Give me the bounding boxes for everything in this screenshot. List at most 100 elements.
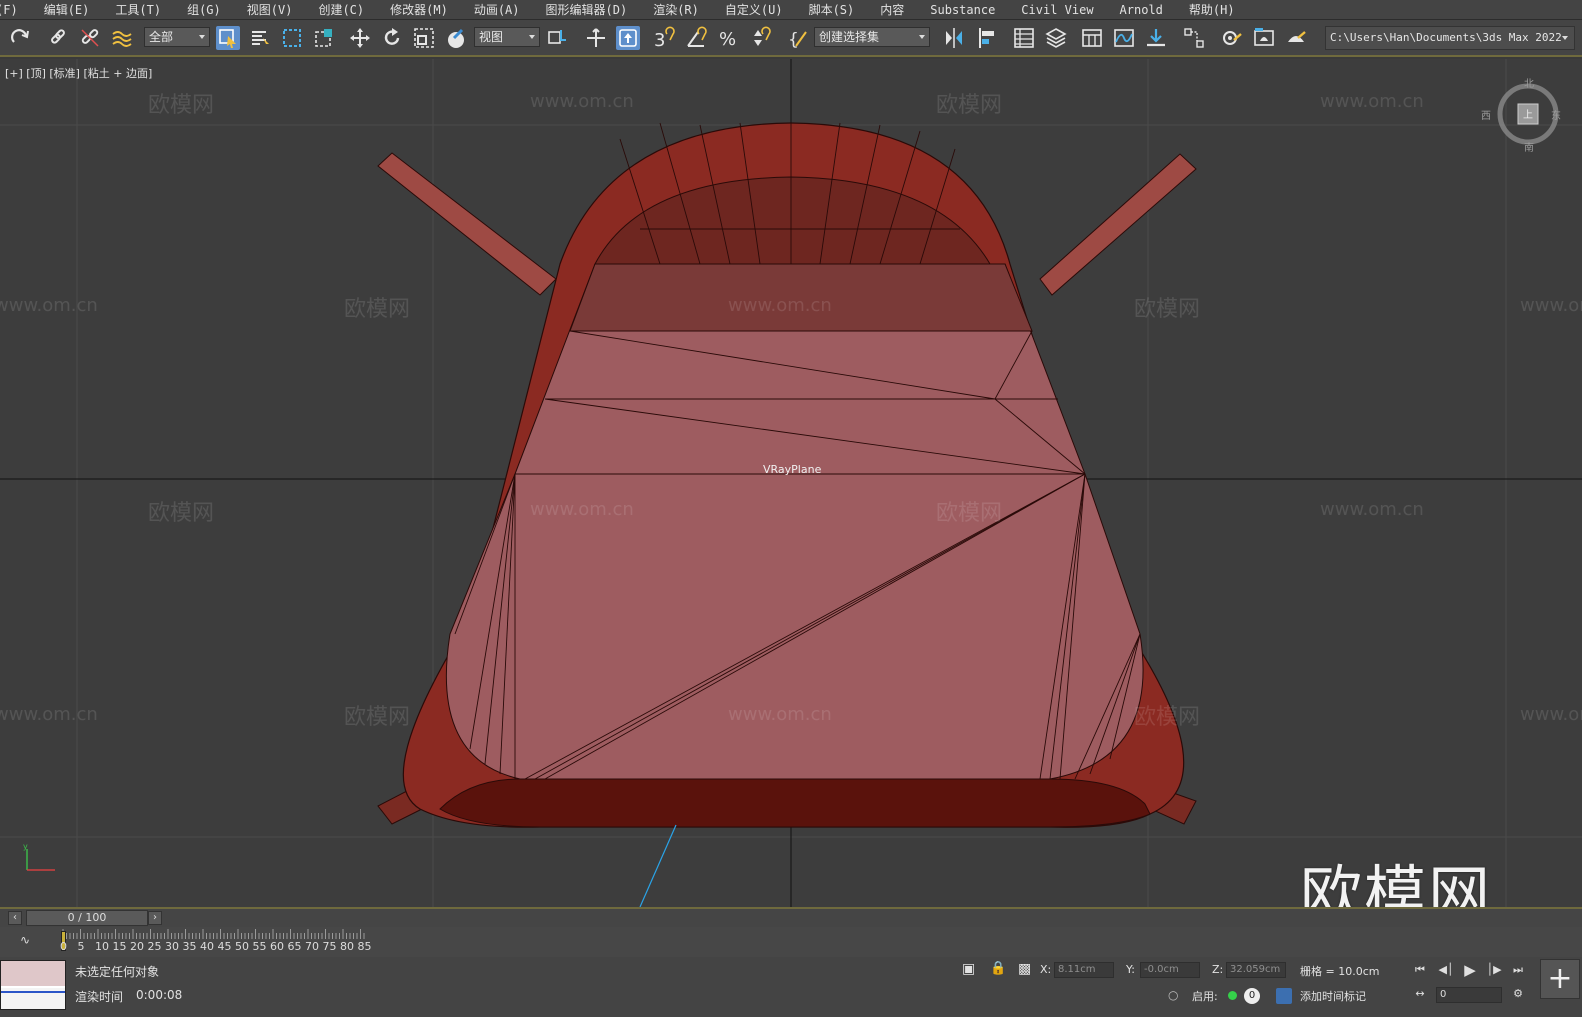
frame-slider-thumb[interactable]: 0 / 100 (26, 910, 148, 926)
align-icon[interactable] (974, 26, 998, 50)
viewcube[interactable]: 北 南 西 东 上 (1481, 79, 1561, 154)
selection-filter-dropdown[interactable]: 全部 (144, 27, 210, 47)
viewcube-north[interactable]: 北 (1524, 75, 1534, 90)
track-bar-tick-label: 15 (112, 940, 127, 953)
scene-explorer-icon[interactable] (1012, 26, 1036, 50)
maxscript-listener-mini[interactable] (0, 960, 66, 1010)
top-viewport[interactable]: y 欧模网 www.om.cn 欧模网 www.om.cn www.om.cn … (0, 59, 1582, 907)
key-mode-icon[interactable]: ↔ (1410, 985, 1430, 1003)
previous-key-icon[interactable]: ◀│ (1436, 961, 1456, 979)
select-object-icon[interactable] (216, 26, 240, 50)
viewcube-east[interactable]: 东 (1551, 107, 1561, 122)
named-selection-dropdown[interactable]: 创建选择集 (814, 27, 930, 47)
render-time-label: 渲染时间 (75, 990, 124, 1004)
menu-item[interactable]: 帮助(H) (1176, 0, 1248, 19)
angle-snap-icon[interactable] (684, 26, 708, 50)
menu-item[interactable]: Arnold (1107, 0, 1176, 19)
bind-to-space-warp-icon[interactable] (110, 26, 134, 50)
y-coordinate-field[interactable]: -0.0cm (1140, 962, 1200, 978)
enable-count-badge[interactable]: 0 (1244, 988, 1260, 1004)
menu-item[interactable]: 视图(V) (234, 0, 306, 19)
go-to-start-icon[interactable]: ⏮ (1410, 961, 1430, 979)
svg-text:y: y (23, 842, 28, 851)
viewcube-west[interactable]: 西 (1481, 107, 1491, 122)
track-bar[interactable]: ∿ 0 5 10 15 20 25 30 35 40 45 50 55 60 65 70 75 80 85 (0, 927, 1582, 957)
place-icon[interactable] (444, 26, 468, 50)
edit-named-selection-icon[interactable]: { (786, 26, 810, 50)
status-bar: 未选定任何对象 渲染时间 0:00:08 ▣ 🔒 ▩ X: 8.11cm Y: … (0, 957, 1582, 1017)
spinner-snap-icon[interactable] (748, 26, 772, 50)
track-bar-tick-label: 0 (60, 940, 67, 953)
add-button[interactable]: + (1540, 959, 1580, 999)
play-icon[interactable]: ▶ (1460, 961, 1480, 979)
rotate-icon[interactable] (380, 26, 404, 50)
current-frame-field[interactable]: 0 (1436, 987, 1502, 1003)
viewport-label[interactable]: [+] [顶] [标准] [粘土 + 边面] (5, 65, 152, 81)
schematic-view-icon[interactable] (1144, 26, 1168, 50)
select-by-name-icon[interactable] (248, 26, 272, 50)
curve-editor-icon[interactable] (1112, 26, 1136, 50)
redo-icon[interactable] (8, 26, 32, 50)
menu-item[interactable]: 自定义(U) (712, 0, 796, 19)
menu-item[interactable]: 脚本(S) (796, 0, 868, 19)
percent-snap-icon[interactable]: % (716, 26, 740, 50)
previous-frame-icon[interactable]: ‹ (8, 911, 22, 925)
reference-coordinate-dropdown[interactable]: 视图 (474, 27, 540, 47)
select-and-manipulate-icon[interactable] (584, 26, 608, 50)
menu-item[interactable]: 工具(T) (102, 0, 174, 19)
viewport-canvas: y (0, 59, 1582, 907)
pivot-center-icon[interactable] (546, 26, 570, 50)
viewcube-south[interactable]: 南 (1524, 139, 1534, 154)
watermark-url: www.om.cn (1520, 704, 1582, 725)
selection-filter-value: 全部 (149, 30, 174, 44)
isolate-selection-icon[interactable]: ▣ (962, 961, 975, 977)
go-to-end-icon[interactable]: ⏭ (1508, 961, 1528, 979)
x-coordinate-field[interactable]: 8.11cm (1054, 962, 1114, 978)
status-indicator-dot (1228, 991, 1237, 1000)
unlink-selection-icon[interactable] (78, 26, 102, 50)
track-bar-tick-label: 70 (305, 940, 319, 953)
menu-item[interactable]: 修改器(M) (377, 0, 461, 19)
window-crossing-icon[interactable] (312, 26, 336, 50)
menu-item[interactable]: 渲染(R) (640, 0, 712, 19)
track-bar-tick-label: 40 (200, 940, 214, 953)
render-setup-icon[interactable] (1220, 26, 1244, 50)
menu-item[interactable]: 组(G) (174, 0, 234, 19)
select-and-link-icon[interactable] (46, 26, 70, 50)
menu-item[interactable]: 图形编辑器(D) (533, 0, 641, 19)
lock-icon[interactable]: 🔒 (990, 961, 1006, 976)
menu-item[interactable]: Substance (917, 0, 1008, 19)
add-time-tag-button[interactable]: 添加时间标记 (1300, 988, 1366, 1004)
scale-icon[interactable] (412, 26, 436, 50)
render-production-icon[interactable] (1284, 26, 1308, 50)
ribbon-toggle-icon[interactable] (1080, 26, 1104, 50)
mirror-icon[interactable] (942, 26, 966, 50)
rectangular-selection-region-icon[interactable] (280, 26, 304, 50)
track-bar-tick-label: 5 (77, 940, 85, 953)
viewcube-top-face[interactable]: 上 (1523, 106, 1533, 121)
menu-item[interactable]: 创建(C) (305, 0, 377, 19)
rendered-frame-window-icon[interactable] (1252, 26, 1276, 50)
time-configuration-icon[interactable]: ⚙ (1508, 985, 1528, 1003)
z-coordinate-field[interactable]: 32.059cm (1226, 962, 1286, 978)
next-key-icon[interactable]: │▶ (1484, 961, 1504, 979)
time-tag-icon[interactable] (1276, 988, 1292, 1004)
snaps-toggle-icon[interactable]: 3 (652, 26, 676, 50)
menu-item[interactable]: Civil View (1008, 0, 1106, 19)
keyboard-shortcut-override-icon[interactable] (616, 26, 640, 50)
next-frame-icon[interactable]: › (148, 911, 162, 925)
menu-item[interactable]: 动画(A) (461, 0, 533, 19)
layer-explorer-icon[interactable] (1044, 26, 1068, 50)
menu-item[interactable]: 编辑(E) (31, 0, 103, 19)
time-slider[interactable]: ‹ 0 / 100 › (0, 907, 1582, 927)
menu-bar: (F)编辑(E)工具(T)组(G)视图(V)创建(C)修改器(M)动画(A)图形… (0, 0, 1582, 20)
watermark: 欧模网 (344, 297, 411, 322)
menu-item[interactable]: 内容 (867, 0, 917, 19)
adaptive-degradation-icon[interactable]: ○ (1168, 988, 1178, 1002)
track-bar-tick-label: 10 (95, 940, 109, 953)
menu-item[interactable]: (F) (0, 0, 31, 19)
project-path-field[interactable]: C:\Users\Han\Documents\3ds Max 2022 (1325, 26, 1575, 50)
absolute-mode-icon[interactable]: ▩ (1018, 961, 1031, 977)
move-icon[interactable] (348, 26, 372, 50)
material-editor-icon[interactable] (1182, 26, 1206, 50)
